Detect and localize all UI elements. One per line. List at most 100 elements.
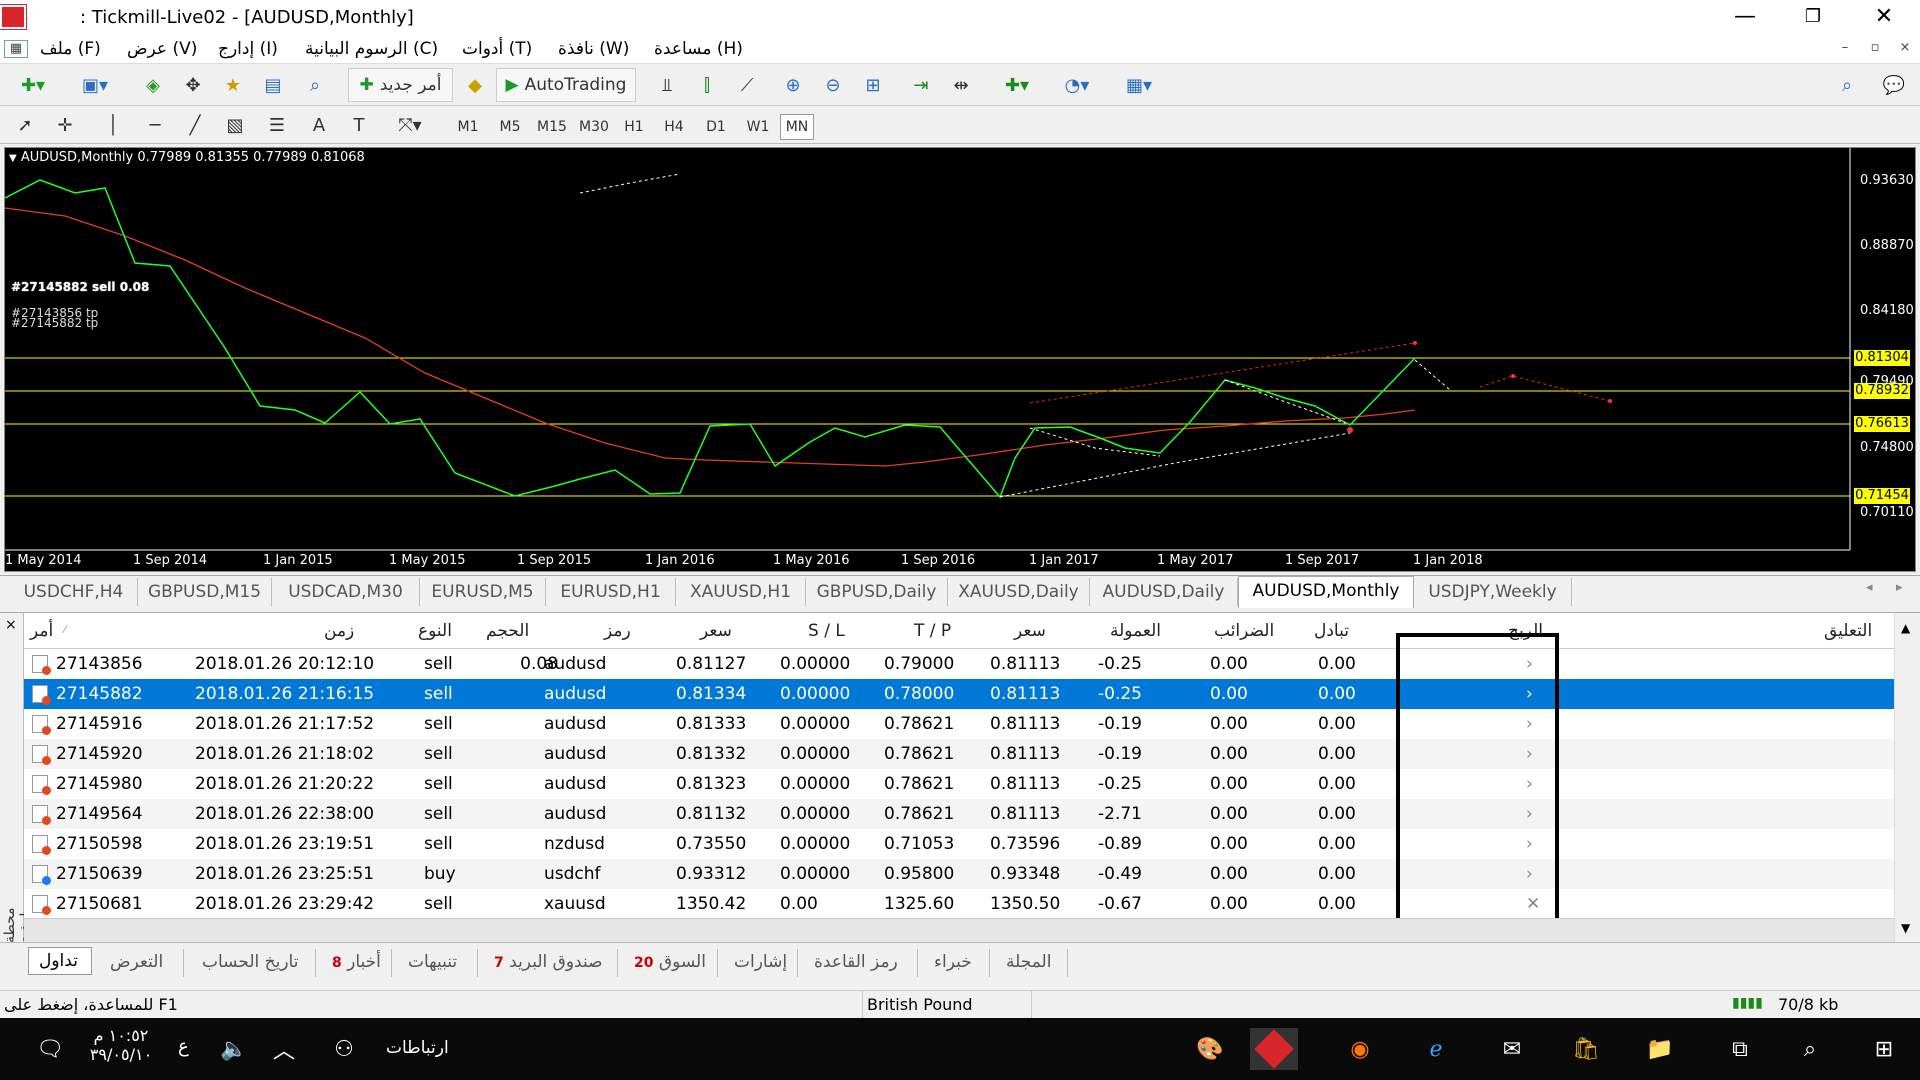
- tab-eurusd-m5[interactable]: EURUSD,M5: [420, 578, 546, 606]
- metatrader-app-icon[interactable]: [1250, 1028, 1298, 1070]
- metaeditor-icon[interactable]: ◆: [458, 68, 492, 102]
- timeframe-h1[interactable]: H1: [616, 114, 652, 140]
- paint-app-icon[interactable]: 🎨: [1186, 1028, 1234, 1070]
- text-icon[interactable]: A: [304, 108, 334, 142]
- restore-button[interactable]: ❐: [1784, 0, 1842, 35]
- mail-icon[interactable]: ✉: [1488, 1028, 1536, 1070]
- tab-gbpusd-daily[interactable]: GBPUSD,Daily: [806, 578, 948, 606]
- terminal-icon[interactable]: ▤: [256, 68, 290, 102]
- tab-usdjpy-weekly[interactable]: USDJPY,Weekly: [1414, 578, 1572, 606]
- col-price[interactable]: سعر: [700, 621, 732, 641]
- fibonacci-icon[interactable]: ☰: [262, 108, 292, 142]
- table-row[interactable]: 27150598 2018.01.26 23:19:51 sell nzdusd 0.7…: [24, 829, 1894, 859]
- crosshair-icon[interactable]: ✛: [50, 108, 80, 142]
- connection-bars-icon[interactable]: ▮▮▮▮: [1732, 995, 1763, 1011]
- tab-gbpusd-m15[interactable]: GBPUSD,M15: [138, 578, 272, 606]
- tile-windows-icon[interactable]: ⊞: [856, 68, 890, 102]
- bar-chart-icon[interactable]: ⫫: [650, 68, 684, 102]
- cursor-icon[interactable]: ➚: [10, 108, 40, 142]
- timeframe-m30[interactable]: M30: [574, 114, 614, 140]
- mdi-restore-icon[interactable]: ▫: [1864, 40, 1886, 58]
- table-row[interactable]: 27150681 2018.01.26 23:29:42 sell xauusd 135…: [24, 889, 1894, 919]
- volume-icon[interactable]: 🔈: [210, 1028, 258, 1070]
- chart-menu-triangle-icon[interactable]: ▼: [9, 153, 17, 164]
- tab-eurusd-h1[interactable]: EURUSD,H1: [546, 578, 676, 606]
- scroll-down-icon[interactable]: ▼: [1901, 921, 1910, 935]
- menu-insert[interactable]: إدارج (I): [218, 39, 278, 59]
- order-label-sell[interactable]: #27145882 sell 0.08: [11, 280, 149, 294]
- file-explorer-icon[interactable]: 📁: [1636, 1028, 1684, 1070]
- zoom-out-icon[interactable]: ⊖: [816, 68, 850, 102]
- col-type[interactable]: النوع: [418, 621, 452, 641]
- timeframe-h4[interactable]: H4: [656, 114, 692, 140]
- horizontal-line-icon[interactable]: ─: [140, 108, 170, 142]
- menu-tools[interactable]: أدوات (T): [462, 39, 532, 59]
- tab-journal[interactable]: المجلة: [996, 949, 1068, 977]
- table-row[interactable]: 27145920 2018.01.26 21:18:02 sell audusd 0.8…: [24, 739, 1894, 769]
- col-swap[interactable]: تبادل: [1314, 621, 1349, 641]
- timeframe-d1[interactable]: D1: [698, 114, 734, 140]
- col-volume[interactable]: الحجم: [486, 621, 529, 641]
- profiles-icon[interactable]: ▣▾: [70, 68, 120, 102]
- col-order[interactable]: أمر: [30, 621, 53, 641]
- timeframe-m15[interactable]: M15: [532, 114, 572, 140]
- tab-market[interactable]: السوق 20: [624, 949, 718, 977]
- navigator-icon[interactable]: ✥: [176, 68, 210, 102]
- text-label-icon[interactable]: T: [344, 108, 374, 142]
- internet-explorer-icon[interactable]: ℯ: [1412, 1028, 1460, 1070]
- menu-charts[interactable]: الرسوم البيانية (C): [305, 39, 438, 59]
- clock[interactable]: ١٠:٥٢ م ٣٩/٠٥/١٠: [88, 1026, 154, 1064]
- trendline-icon[interactable]: ╱: [180, 108, 210, 142]
- timeframe-m5[interactable]: M5: [492, 114, 528, 140]
- data-window-icon[interactable]: ★: [216, 68, 250, 102]
- line-chart-icon[interactable]: ⟋: [730, 68, 764, 102]
- chart-shift-icon[interactable]: ⇹: [944, 68, 978, 102]
- col-commission[interactable]: العمولة: [1110, 621, 1161, 641]
- new-order-button[interactable]: ✚ أمر جديد: [348, 68, 453, 102]
- tab-news[interactable]: أخبار 8: [322, 949, 392, 977]
- menu-view[interactable]: عرض (V): [127, 39, 197, 59]
- task-view-icon[interactable]: ⧉: [1716, 1028, 1764, 1070]
- table-row[interactable]: 27149564 2018.01.26 22:38:00 sell audusd 0.8…: [24, 799, 1894, 829]
- tab-usdchf-h4[interactable]: USDCHF,H4: [10, 578, 138, 606]
- tab-code-base[interactable]: رمز القاعدة: [804, 949, 918, 977]
- candlestick-icon[interactable]: ⫿: [690, 68, 724, 102]
- chat-icon[interactable]: 💬: [1874, 68, 1914, 102]
- col-tp[interactable]: T / P: [914, 621, 951, 641]
- price-chart[interactable]: ▼ AUDUSD,Monthly 0.77989 0.81355 0.77989…: [4, 147, 1916, 572]
- col-time[interactable]: زمن: [324, 621, 354, 641]
- table-row[interactable]: 27145882 2018.01.26 21:16:15 sell audusd 0.8…: [24, 679, 1894, 709]
- order-label-tp2[interactable]: #27145882 tp: [11, 316, 98, 330]
- language-indicator[interactable]: ع: [178, 1036, 189, 1057]
- col-current-price[interactable]: سعر: [1014, 621, 1046, 641]
- table-row[interactable]: 27150639 2018.01.26 23:25:51 buy usdchf 0.93…: [24, 859, 1894, 889]
- close-button[interactable]: ✕: [1855, 0, 1913, 35]
- timeframe-w1[interactable]: W1: [740, 114, 776, 140]
- mdi-minimize-icon[interactable]: –: [1834, 40, 1856, 58]
- action-center-icon[interactable]: 🗨: [26, 1028, 74, 1070]
- start-windows-icon[interactable]: ⊞: [1860, 1028, 1908, 1070]
- tab-audusd-daily[interactable]: AUDUSD,Daily: [1090, 578, 1238, 606]
- tab-mailbox[interactable]: صندوق البريد 7: [484, 949, 618, 977]
- periods-icon[interactable]: ◔▾: [1052, 68, 1102, 102]
- tab-account-history[interactable]: تاريخ الحساب: [192, 949, 316, 977]
- market-watch-icon[interactable]: ◈: [136, 68, 170, 102]
- table-row[interactable]: 27145980 2018.01.26 21:20:22 sell audusd 0.8…: [24, 769, 1894, 799]
- tab-xauusd-h1[interactable]: XAUUSD,H1: [676, 578, 806, 606]
- show-hidden-icons-chevron-icon[interactable]: ︿: [260, 1028, 308, 1070]
- tab-trade[interactable]: تداول: [28, 947, 92, 975]
- arrows-icon[interactable]: ⤧▾: [386, 108, 434, 142]
- menu-help[interactable]: مساعدة (H): [654, 39, 743, 59]
- mdi-close-icon[interactable]: ×: [1894, 40, 1916, 58]
- timeframe-m1[interactable]: M1: [450, 114, 486, 140]
- tab-scroll-left-icon[interactable]: ◂: [1866, 580, 1873, 595]
- terminal-close-icon[interactable]: ×: [5, 617, 17, 633]
- tab-exposure[interactable]: التعرض: [100, 949, 184, 977]
- col-symbol[interactable]: رمز: [604, 621, 631, 641]
- channel-icon[interactable]: ▧: [220, 108, 250, 142]
- col-taxes[interactable]: الضرائب: [1214, 621, 1274, 641]
- vertical-line-icon[interactable]: │: [100, 108, 126, 142]
- terminal-scrollbar[interactable]: ▲ ▼: [1894, 613, 1920, 943]
- search-taskbar-icon[interactable]: ⌕: [1786, 1028, 1834, 1070]
- links-toolbar[interactable]: ارتباطات: [386, 1038, 449, 1058]
